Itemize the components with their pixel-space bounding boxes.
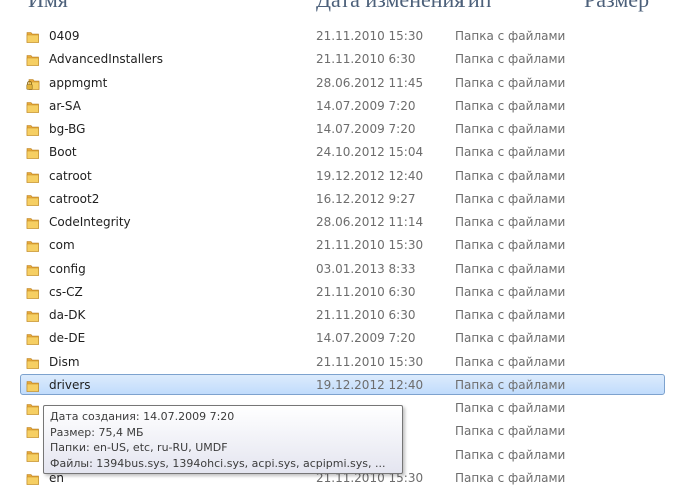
column-header-type[interactable]: Тип [455,0,491,13]
file-name: com [49,238,75,253]
file-type: Папка с файлами [455,75,566,90]
folder-icon [26,145,40,160]
locked-folder-icon [26,76,40,90]
file-row[interactable]: bg-BG 14.07.2009 7:20 Папка с файлами [0,118,683,141]
file-name: drivers [49,377,91,392]
file-row[interactable]: catroot2 16.12.2012 9:27 Папка с файлами [0,188,683,211]
file-type: Папка с файлами [455,29,566,43]
column-header-date[interactable]: Дата изменения [316,0,464,13]
file-type: Папка с файлами [455,168,566,183]
folder-icon [26,378,40,392]
file-row[interactable]: 0409 21.11.2010 15:30 Папка с файлами [0,25,683,48]
folder-icon [26,29,40,43]
folder-icon [26,448,40,462]
file-date: 14.07.2009 7:20 [316,98,416,113]
file-name: bg-BG [49,122,86,136]
folder-icon [26,401,40,415]
file-date: 21.11.2010 15:30 [316,29,424,43]
file-row[interactable]: com 21.11.2010 15:30 Папка с файлами [0,234,683,257]
folder-icon [26,262,40,276]
column-header: Имя Дата изменения Тип Размер [0,0,683,14]
folder-icon [26,308,40,322]
file-row[interactable]: de-DE 14.07.2009 7:20 Папка с файлами [0,327,683,350]
file-type: Папка с файлами [455,401,566,415]
file-name: AdvancedInstallers [49,52,163,67]
column-header-name[interactable]: Имя [28,0,68,13]
folder-tooltip: Дата создания: 14.07.2009 7:20 Размер: 7… [43,405,403,474]
folder-icon [26,99,40,113]
folder-icon [26,424,40,439]
file-row[interactable]: AdvancedInstallers 21.11.2010 6:30 Папка с… [0,48,683,71]
file-type: Папка с файлами [455,52,566,67]
file-date: 21.11.2010 6:30 [316,308,416,322]
folder-icon [26,122,40,136]
file-date: 19.12.2012 12:40 [316,168,424,183]
file-row[interactable]: da-DK 21.11.2010 6:30 Папка с файлами [0,304,683,327]
file-name: 0409 [49,29,80,43]
file-row[interactable]: cs-CZ 21.11.2010 6:30 Папка с файлами [0,281,683,304]
tooltip-size: Размер: 75,4 МБ [50,425,144,439]
file-type: Папка с файлами [455,447,566,462]
file-type: Папка с файлами [455,98,566,113]
folder-icon [26,215,40,229]
file-row[interactable]: config 03.01.2013 8:33 Папка с файлами [0,258,683,281]
file-row[interactable]: Dism 21.11.2010 15:30 Папка с файлами [0,351,683,374]
file-name: config [49,261,86,276]
file-row[interactable]: Boot 24.10.2012 15:04 Папка с файлами [0,141,683,164]
file-type: Папка с файлами [455,145,566,160]
tooltip-folders: Папки: en-US, etc, ru-RU, UMDF [50,441,228,454]
folder-icon [26,285,40,299]
tooltip-created: Дата создания: 14.07.2009 7:20 [50,410,235,423]
file-date: 19.12.2012 12:40 [316,377,424,392]
file-type: Папка с файлами [455,215,566,229]
file-type: Папка с файлами [455,354,566,369]
file-type: Папка с файлами [455,377,566,392]
folder-icon [26,238,40,253]
file-name: de-DE [49,331,86,346]
file-row[interactable]: catroot 19.12.2012 12:40 Папка с файлами [0,165,683,188]
folder-icon [26,192,40,206]
folder-icon [26,52,40,67]
folder-icon [26,331,40,346]
folder-icon [26,471,40,485]
file-type: Папка с файлами [455,261,566,276]
file-name: da-DK [49,308,86,322]
file-type: Папка с файлами [455,284,566,299]
folder-icon [26,169,40,183]
file-type: Папка с файлами [455,424,566,439]
file-name: catroot2 [49,191,100,206]
file-date: 03.01.2013 8:33 [316,261,416,276]
file-date: 14.07.2009 7:20 [316,331,416,346]
file-type: Папка с файлами [455,331,566,346]
file-date: 21.11.2010 6:30 [316,284,416,299]
file-name: Boot [49,145,77,160]
file-name: cs-CZ [49,284,83,299]
file-type: Папка с файлами [455,238,566,253]
file-date: 24.10.2012 15:04 [316,145,424,160]
file-type: Папка с файлами [455,470,566,485]
file-row-selected[interactable]: drivers 19.12.2012 12:40 Папка с файлами [0,373,683,397]
file-date: 21.11.2010 6:30 [316,52,416,67]
file-name: CodeIntegrity [49,215,131,229]
file-row[interactable]: CodeIntegrity 28.06.2012 11:14 Папка с фай… [0,211,683,234]
file-name: appmgmt [49,75,108,90]
file-date: 21.11.2010 15:30 [316,238,424,253]
folder-icon [26,355,40,369]
column-header-size[interactable]: Размер [584,0,649,13]
tooltip-files: Файлы: 1394bus.sys, 1394ohci.sys, acpi.s… [50,456,386,470]
file-type: Папка с файлами [455,191,566,206]
file-name: Dism [49,354,80,369]
file-type: Папка с файлами [455,308,566,322]
file-name: catroot [49,168,92,183]
file-date: 14.07.2009 7:20 [316,122,416,136]
file-type: Папка с файлами [455,122,566,136]
file-name: ar-SA [49,98,81,113]
file-date: 28.06.2012 11:14 [316,215,424,229]
file-date: 28.06.2012 11:45 [316,75,424,90]
file-date: 21.11.2010 15:30 [316,354,424,369]
file-row[interactable]: ar-SA 14.07.2009 7:20 Папка с файлами [0,95,683,118]
file-date: 16.12.2012 9:27 [316,191,416,206]
file-row[interactable]: appmgmt 28.06.2012 11:45 Папка с файлами [0,72,683,95]
